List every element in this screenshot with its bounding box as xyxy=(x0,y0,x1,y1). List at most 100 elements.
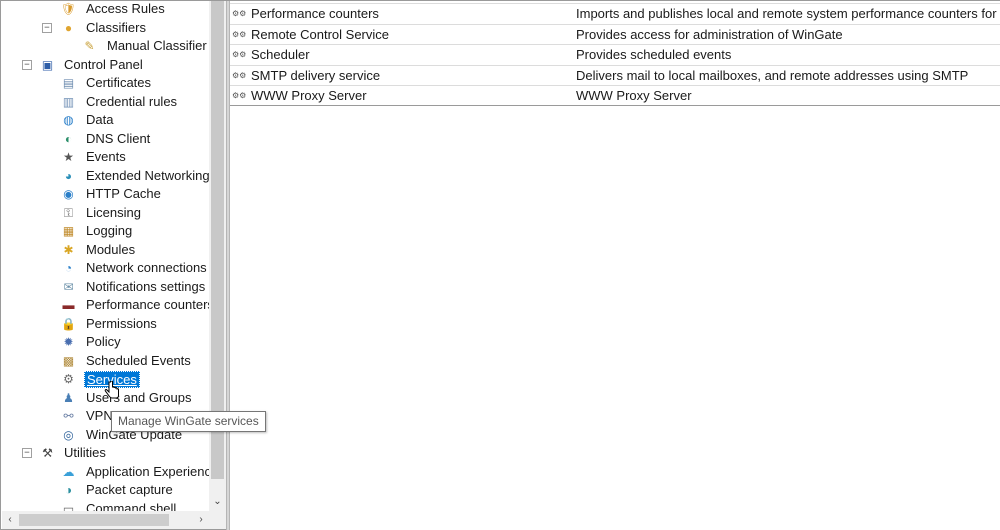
tree-item-manual-classifier[interactable]: ✎ Manual Classifier xyxy=(2,37,210,56)
vpn-icon: ⚯ xyxy=(63,409,74,423)
tree-item-dns-client[interactable]: ◐ DNS Client xyxy=(2,130,210,149)
service-description: Imports and publishes local and remote s… xyxy=(576,6,997,21)
table-row[interactable]: ⚙⚙ Performance counters Imports and publis… xyxy=(230,3,1000,24)
table-row[interactable]: ⚙⚙ WWW Proxy Server WWW Proxy Server xyxy=(230,85,1000,106)
tree-item-label: Credential rules xyxy=(86,93,178,109)
tree-horizontal-scrollbar[interactable]: ‹ › xyxy=(2,511,209,529)
service-name: WWW Proxy Server xyxy=(251,88,367,103)
scrollbar-corner xyxy=(209,511,226,529)
tree-item-modules[interactable]: ✱ Modules xyxy=(2,241,210,260)
tree-item-utilities[interactable]: − ⚒ Utilities xyxy=(2,444,210,463)
globe-icon: ◍ xyxy=(63,113,74,127)
service-name: Remote Control Service xyxy=(251,26,389,42)
tree-item-label: Logging xyxy=(86,223,133,238)
control-panel-icon: ▣ xyxy=(41,57,54,72)
tree-item-credential-rules[interactable]: ▥ Credential rules xyxy=(2,93,210,112)
collapse-toggle-icon[interactable]: − xyxy=(22,448,32,458)
hand-cursor-icon xyxy=(104,381,119,399)
tree-item-logging[interactable]: ▦ Logging xyxy=(2,222,210,241)
tools-icon: ⚒ xyxy=(42,446,53,460)
update-icon: ◎ xyxy=(63,427,74,442)
service-description: Provides access for administration of Wi… xyxy=(576,26,843,42)
tree-item-label: Control Panel xyxy=(64,56,143,72)
service-description: Delivers mail to local mailboxes, and re… xyxy=(576,67,969,83)
tree-item-label: DNS Client xyxy=(86,130,151,146)
tree-item-label: Licensing xyxy=(86,204,141,220)
tree-item-label: Extended Networking xyxy=(86,167,210,183)
tree-item-data[interactable]: ◍ Data xyxy=(2,111,210,130)
collapse-toggle-icon[interactable]: − xyxy=(22,59,32,70)
table-row[interactable]: ⚙⚙ SMTP delivery service Delivers mail to … xyxy=(230,64,1000,86)
tree-item-certificates[interactable]: ▤ Certificates xyxy=(2,74,210,93)
tree-item-permissions[interactable]: 🔒 Permissions xyxy=(2,315,210,334)
tree-item-licensing[interactable]: ⚿ Licensing xyxy=(2,204,210,223)
cache-globe-icon: ◉ xyxy=(63,187,74,201)
tree-item-label: Classifiers xyxy=(86,19,146,35)
shield-icon: 🛡 xyxy=(60,2,77,16)
service-gear-icon: ⚙⚙ xyxy=(232,29,247,39)
tree-item-label: Performance counters xyxy=(86,297,210,312)
tree-item-http-cache[interactable]: ◉ HTTP Cache xyxy=(2,185,210,204)
bell-icon: ✉ xyxy=(63,279,74,294)
tree-item-access-rules[interactable]: 🛡 Access Rules xyxy=(2,1,210,19)
service-name: Scheduler xyxy=(251,47,310,62)
log-icon: ▦ xyxy=(62,224,75,238)
key-icon: ⚿ xyxy=(63,205,74,220)
service-gear-icon: ⚙⚙ xyxy=(232,70,247,80)
credential-icon: ▥ xyxy=(62,94,75,109)
service-gear-icon: ⚙⚙ xyxy=(232,50,247,59)
tree-item-label: Policy xyxy=(86,334,121,349)
tree-item-policy[interactable]: ✹ Policy xyxy=(2,333,210,352)
tree-item-label: Users and Groups xyxy=(86,389,192,405)
network-icon: ◔ xyxy=(64,261,73,275)
policy-gear-icon: ✹ xyxy=(63,335,74,349)
tree-item-label: Utilities xyxy=(64,445,106,460)
table-row[interactable]: ⚙⚙ Remote Control Service Provides access … xyxy=(230,23,1000,45)
capture-globe-icon: ◑ xyxy=(64,483,73,497)
tree-item-control-panel[interactable]: − ▣ Control Panel xyxy=(2,56,210,75)
tree-item-application-experience[interactable]: ☁ Application Experience xyxy=(2,463,211,482)
tree-item-packet-capture[interactable]: ◑ Packet capture xyxy=(2,481,210,500)
service-description: Provides scheduled events xyxy=(576,47,732,62)
tree-item-label: Access Rules xyxy=(86,1,165,16)
tree-item-label: Manual Classifier xyxy=(107,38,207,53)
services-list[interactable]: ⚙⚙ Performance counters Imports and publis… xyxy=(230,1,1000,530)
tree-vertical-scrollbar[interactable]: ⌄ xyxy=(209,1,226,511)
classifier-icon: ● xyxy=(64,20,73,35)
collapse-toggle-icon[interactable]: − xyxy=(42,22,52,33)
tree-item-label: Scheduled Events xyxy=(86,352,191,368)
tree-item-label: Permissions xyxy=(86,315,157,331)
scroll-left-arrow-icon[interactable]: ‹ xyxy=(2,511,18,529)
tree-item-scheduled-events[interactable]: ▩ Scheduled Events xyxy=(2,352,210,371)
calendar-icon: ▩ xyxy=(62,353,75,368)
services-tooltip: Manage WinGate services xyxy=(111,411,266,432)
tree-item-label: Packet capture xyxy=(86,482,173,497)
pencil-icon: ✎ xyxy=(84,39,95,53)
gears-icon: ⚙ xyxy=(63,372,74,386)
tree-item-label: Events xyxy=(86,149,126,164)
tree-item-performance-counters[interactable]: ▬ Performance counters xyxy=(2,296,211,315)
tree-item-label: Data xyxy=(86,112,114,127)
tree-item-label: Notifications settings xyxy=(86,278,206,294)
scroll-down-arrow-icon[interactable]: ⌄ xyxy=(209,495,226,509)
tree-item-label: Network connections xyxy=(86,260,207,275)
navigation-tree[interactable]: 🛡 Access Rules − ● Classifiers ✎ Manual Classi… xyxy=(2,1,226,529)
service-gear-icon: ⚙⚙ xyxy=(232,9,247,18)
tree-item-network-connections[interactable]: ◔ Network connections xyxy=(2,259,210,278)
tree-item-classifiers[interactable]: − ● Classifiers xyxy=(2,19,210,38)
tree-list: 🛡 Access Rules − ● Classifiers ✎ Manual Classi… xyxy=(2,1,210,518)
puzzle-icon: ✱ xyxy=(63,242,74,257)
tree-item-extended-networking[interactable]: ◕ Extended Networking xyxy=(2,167,210,186)
table-row[interactable]: ⚙⚙ Scheduler Provides scheduled events xyxy=(230,44,1000,65)
tree-item-events[interactable]: ★ Events xyxy=(2,148,210,167)
service-description: WWW Proxy Server xyxy=(576,88,692,103)
tree-vertical-scroll-thumb[interactable] xyxy=(211,1,224,479)
star-icon: ★ xyxy=(63,150,74,164)
tree-item-label: Modules xyxy=(86,241,136,257)
dns-icon: ◐ xyxy=(64,131,73,146)
lock-icon: 🔒 xyxy=(61,316,76,331)
scroll-right-arrow-icon[interactable]: › xyxy=(193,511,209,529)
cloud-icon: ☁ xyxy=(62,464,75,479)
tree-horizontal-scroll-thumb[interactable] xyxy=(19,514,169,526)
tree-item-notifications-settings[interactable]: ✉ Notifications settings xyxy=(2,278,210,297)
